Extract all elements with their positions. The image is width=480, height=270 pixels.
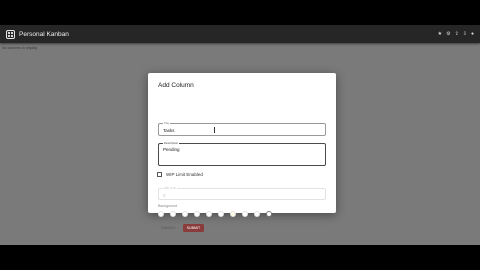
app-title: Personal Kanban <box>19 30 69 38</box>
wip-limit-checkbox-label: WIP Limit Enabled <box>166 172 203 177</box>
wip-limit-field-label: WIP Limit <box>163 186 177 190</box>
background-swatch[interactable] <box>170 211 176 217</box>
background-swatch[interactable] <box>194 211 200 217</box>
background-swatch[interactable] <box>242 211 248 217</box>
wip-limit-field: WIP Limit 0 <box>158 186 326 200</box>
export-icon[interactable]: ⇪ <box>455 31 459 37</box>
import-icon[interactable]: ⇩ <box>463 31 467 37</box>
add-column-dialog: Add Column Title Tasks Description Pendi… <box>148 73 336 232</box>
dialog-title: Add Column <box>158 82 194 89</box>
board-empty-message: No columns to display <box>2 46 38 50</box>
background-swatch[interactable] <box>182 211 188 217</box>
star-icon[interactable]: ★ <box>438 31 442 37</box>
submit-button[interactable]: SUBMIT <box>182 224 205 232</box>
dialog-actions: CANCEL SUBMIT <box>158 224 205 232</box>
background-swatch[interactable] <box>218 211 224 217</box>
background-label: Background <box>158 204 178 208</box>
background-swatch[interactable] <box>158 211 164 217</box>
app-bar: Personal Kanban ★ ⚙ ⇪ ⇩ ● <box>0 25 480 43</box>
cancel-button[interactable]: CANCEL <box>158 224 179 232</box>
background-swatch[interactable] <box>230 211 236 217</box>
background-swatch[interactable] <box>254 211 260 217</box>
title-field-value[interactable]: Tasks <box>163 128 175 133</box>
title-field[interactable]: Title Tasks <box>158 121 326 136</box>
wip-limit-toggle[interactable]: WIP Limit Enabled <box>157 172 203 177</box>
background-swatches <box>158 211 272 217</box>
kanban-logo-icon <box>6 29 15 39</box>
text-cursor <box>214 127 215 133</box>
github-icon[interactable]: ● <box>471 31 474 37</box>
wip-limit-field-value: 0 <box>163 192 166 198</box>
description-field-value[interactable]: Pending <box>163 147 180 152</box>
wip-limit-checkbox[interactable] <box>157 172 162 177</box>
description-field-label: Description <box>163 141 179 145</box>
background-swatch[interactable] <box>206 211 212 217</box>
appbar-actions: ★ ⚙ ⇪ ⇩ ● <box>438 31 474 37</box>
title-field-label: Title <box>163 121 171 125</box>
settings-icon[interactable]: ⚙ <box>446 31 450 37</box>
description-field[interactable]: Description Pending <box>158 141 326 166</box>
app-window: Personal Kanban ★ ⚙ ⇪ ⇩ ● No columns to … <box>0 25 480 245</box>
background-swatch[interactable] <box>266 211 272 217</box>
